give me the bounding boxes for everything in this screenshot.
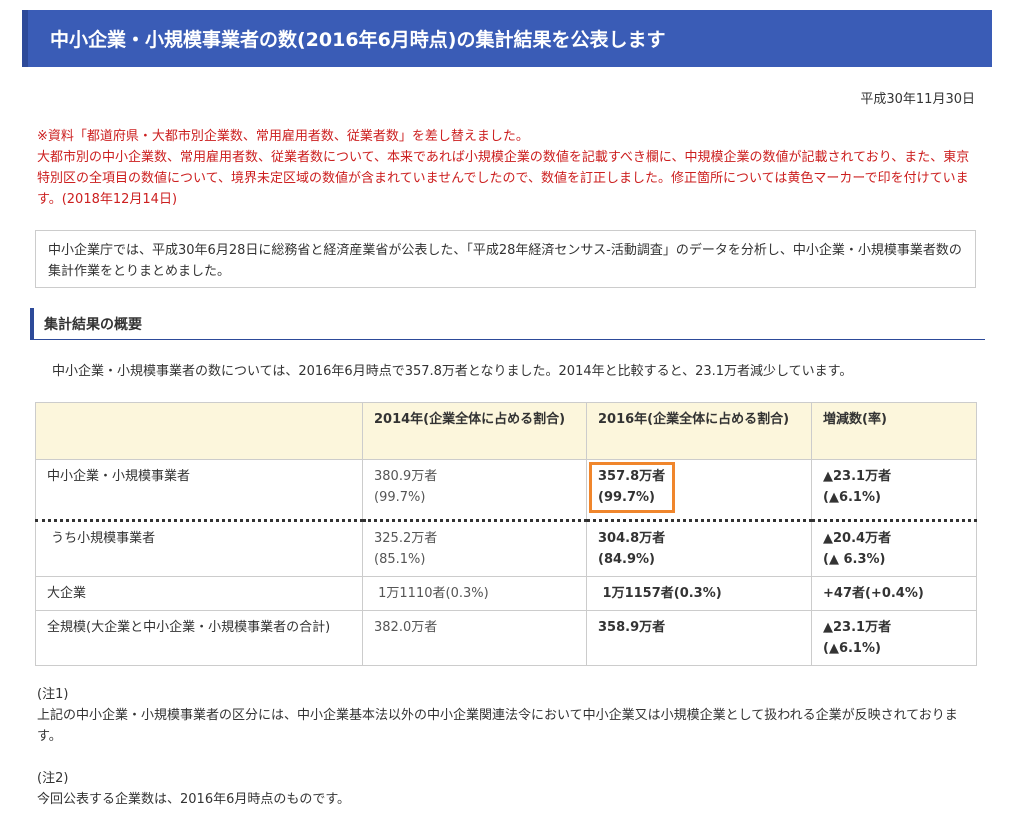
note-1-text: 上記の中小企業・小規模事業者の区分には、中小企業基本法以外の中小企業関連法令にお…: [37, 708, 958, 744]
cell-2016: 358.9万者: [586, 610, 812, 666]
table-row: 大企業 1万1110者(0.3%) 1万1157者(0.3%) +47者(+0.…: [35, 576, 977, 611]
note-1-title: (注1): [37, 687, 69, 702]
value: 1万1110者(0.3%): [378, 586, 489, 601]
results-table: 2014年(企業全体に占める割合) 2016年(企業全体に占める割合) 増減数(…: [35, 402, 977, 666]
cell-change: +47者(+0.4%): [811, 576, 977, 611]
percent: (▲ 6.3%): [823, 552, 886, 567]
highlight-box: 357.8万者 (99.7%): [589, 462, 676, 513]
value: 380.9万者: [374, 469, 438, 484]
note-2-title: (注2): [37, 771, 69, 786]
cell-2016: 304.8万者 (84.9%): [586, 519, 812, 577]
value: 1万1157者(0.3%): [602, 586, 722, 601]
cell-change: ▲23.1万者 (▲6.1%): [811, 459, 977, 521]
correction-notice: ※資料「都道府県・大都市別企業数、常用雇用者数、従業者数」を差し替えました。 大…: [37, 126, 977, 210]
cell-2014: 1万1110者(0.3%): [362, 576, 587, 611]
table-header-row: 2014年(企業全体に占める割合) 2016年(企業全体に占める割合) 増減数(…: [35, 402, 977, 460]
percent: (▲6.1%): [823, 490, 881, 505]
cell-2016: 1万1157者(0.3%): [586, 576, 812, 611]
page-title-bar: 中小企業・小規模事業者の数(2016年6月時点)の集計結果を公表します: [22, 10, 992, 67]
value: ▲23.1万者: [823, 620, 892, 635]
percent: (99.7%): [374, 490, 426, 505]
notes: (注1) 上記の中小企業・小規模事業者の区分には、中小企業基本法以外の中小企業関…: [37, 684, 977, 810]
header-2014: 2014年(企業全体に占める割合): [362, 402, 587, 460]
value: 304.8万者: [598, 531, 666, 546]
header-2016: 2016年(企業全体に占める割合): [586, 402, 812, 460]
section-title: 集計結果の概要: [44, 316, 142, 333]
value: 325.2万者: [374, 531, 438, 546]
cell-2014: 382.0万者: [362, 610, 587, 666]
page-title: 中小企業・小規模事業者の数(2016年6月時点)の集計結果を公表します: [50, 29, 666, 51]
cell-change: ▲23.1万者 (▲6.1%): [811, 610, 977, 666]
row-label: 全規模(大企業と中小企業・小規模事業者の合計): [35, 610, 363, 666]
row-label: 中小企業・小規模事業者: [35, 459, 363, 521]
notice-line-2: 大都市別の中小企業数、常用雇用者数、従業者数について、本来であれば小規模企業の数…: [37, 150, 970, 207]
percent: (▲6.1%): [823, 641, 881, 656]
header-label: [35, 402, 363, 460]
header-change: 増減数(率): [811, 402, 977, 460]
row-label-text: うち小規模事業者: [51, 531, 156, 546]
summary-text: 中小企業・小規模事業者の数については、2016年6月時点で357.8万者となりま…: [52, 364, 853, 379]
cell-change: ▲20.4万者 (▲ 6.3%): [811, 519, 977, 577]
intro-box: 中小企業庁では、平成30年6月28日に総務省と経済産業省が公表した、「平成28年…: [35, 230, 976, 288]
percent: (99.7%): [598, 490, 655, 505]
table-row: 全規模(大企業と中小企業・小規模事業者の合計) 382.0万者 358.9万者 …: [35, 610, 977, 666]
table-row: うち小規模事業者 325.2万者 (85.1%) 304.8万者 (84.9%)…: [35, 519, 977, 577]
value: ▲23.1万者: [823, 469, 892, 484]
cell-2014: 325.2万者 (85.1%): [362, 519, 587, 577]
value: 357.8万者: [598, 469, 666, 484]
row-label: うち小規模事業者: [35, 519, 363, 577]
percent: (84.9%): [598, 552, 655, 567]
value: ▲20.4万者: [823, 531, 892, 546]
publish-date: 平成30年11月30日: [860, 92, 975, 107]
table-row: 中小企業・小規模事業者 380.9万者 (99.7%) 357.8万者 (99.…: [35, 459, 977, 521]
note-2-text: 今回公表する企業数は、2016年6月時点のものです。: [37, 792, 351, 807]
percent: (85.1%): [374, 552, 426, 567]
notice-line-1: ※資料「都道府県・大都市別企業数、常用雇用者数、従業者数」を差し替えました。: [37, 129, 529, 144]
intro-text: 中小企業庁では、平成30年6月28日に総務省と経済産業省が公表した、「平成28年…: [48, 243, 962, 279]
cell-2014: 380.9万者 (99.7%): [362, 459, 587, 521]
cell-2016: 357.8万者 (99.7%): [586, 459, 812, 521]
row-label: 大企業: [35, 576, 363, 611]
section-heading: 集計結果の概要: [30, 308, 985, 340]
